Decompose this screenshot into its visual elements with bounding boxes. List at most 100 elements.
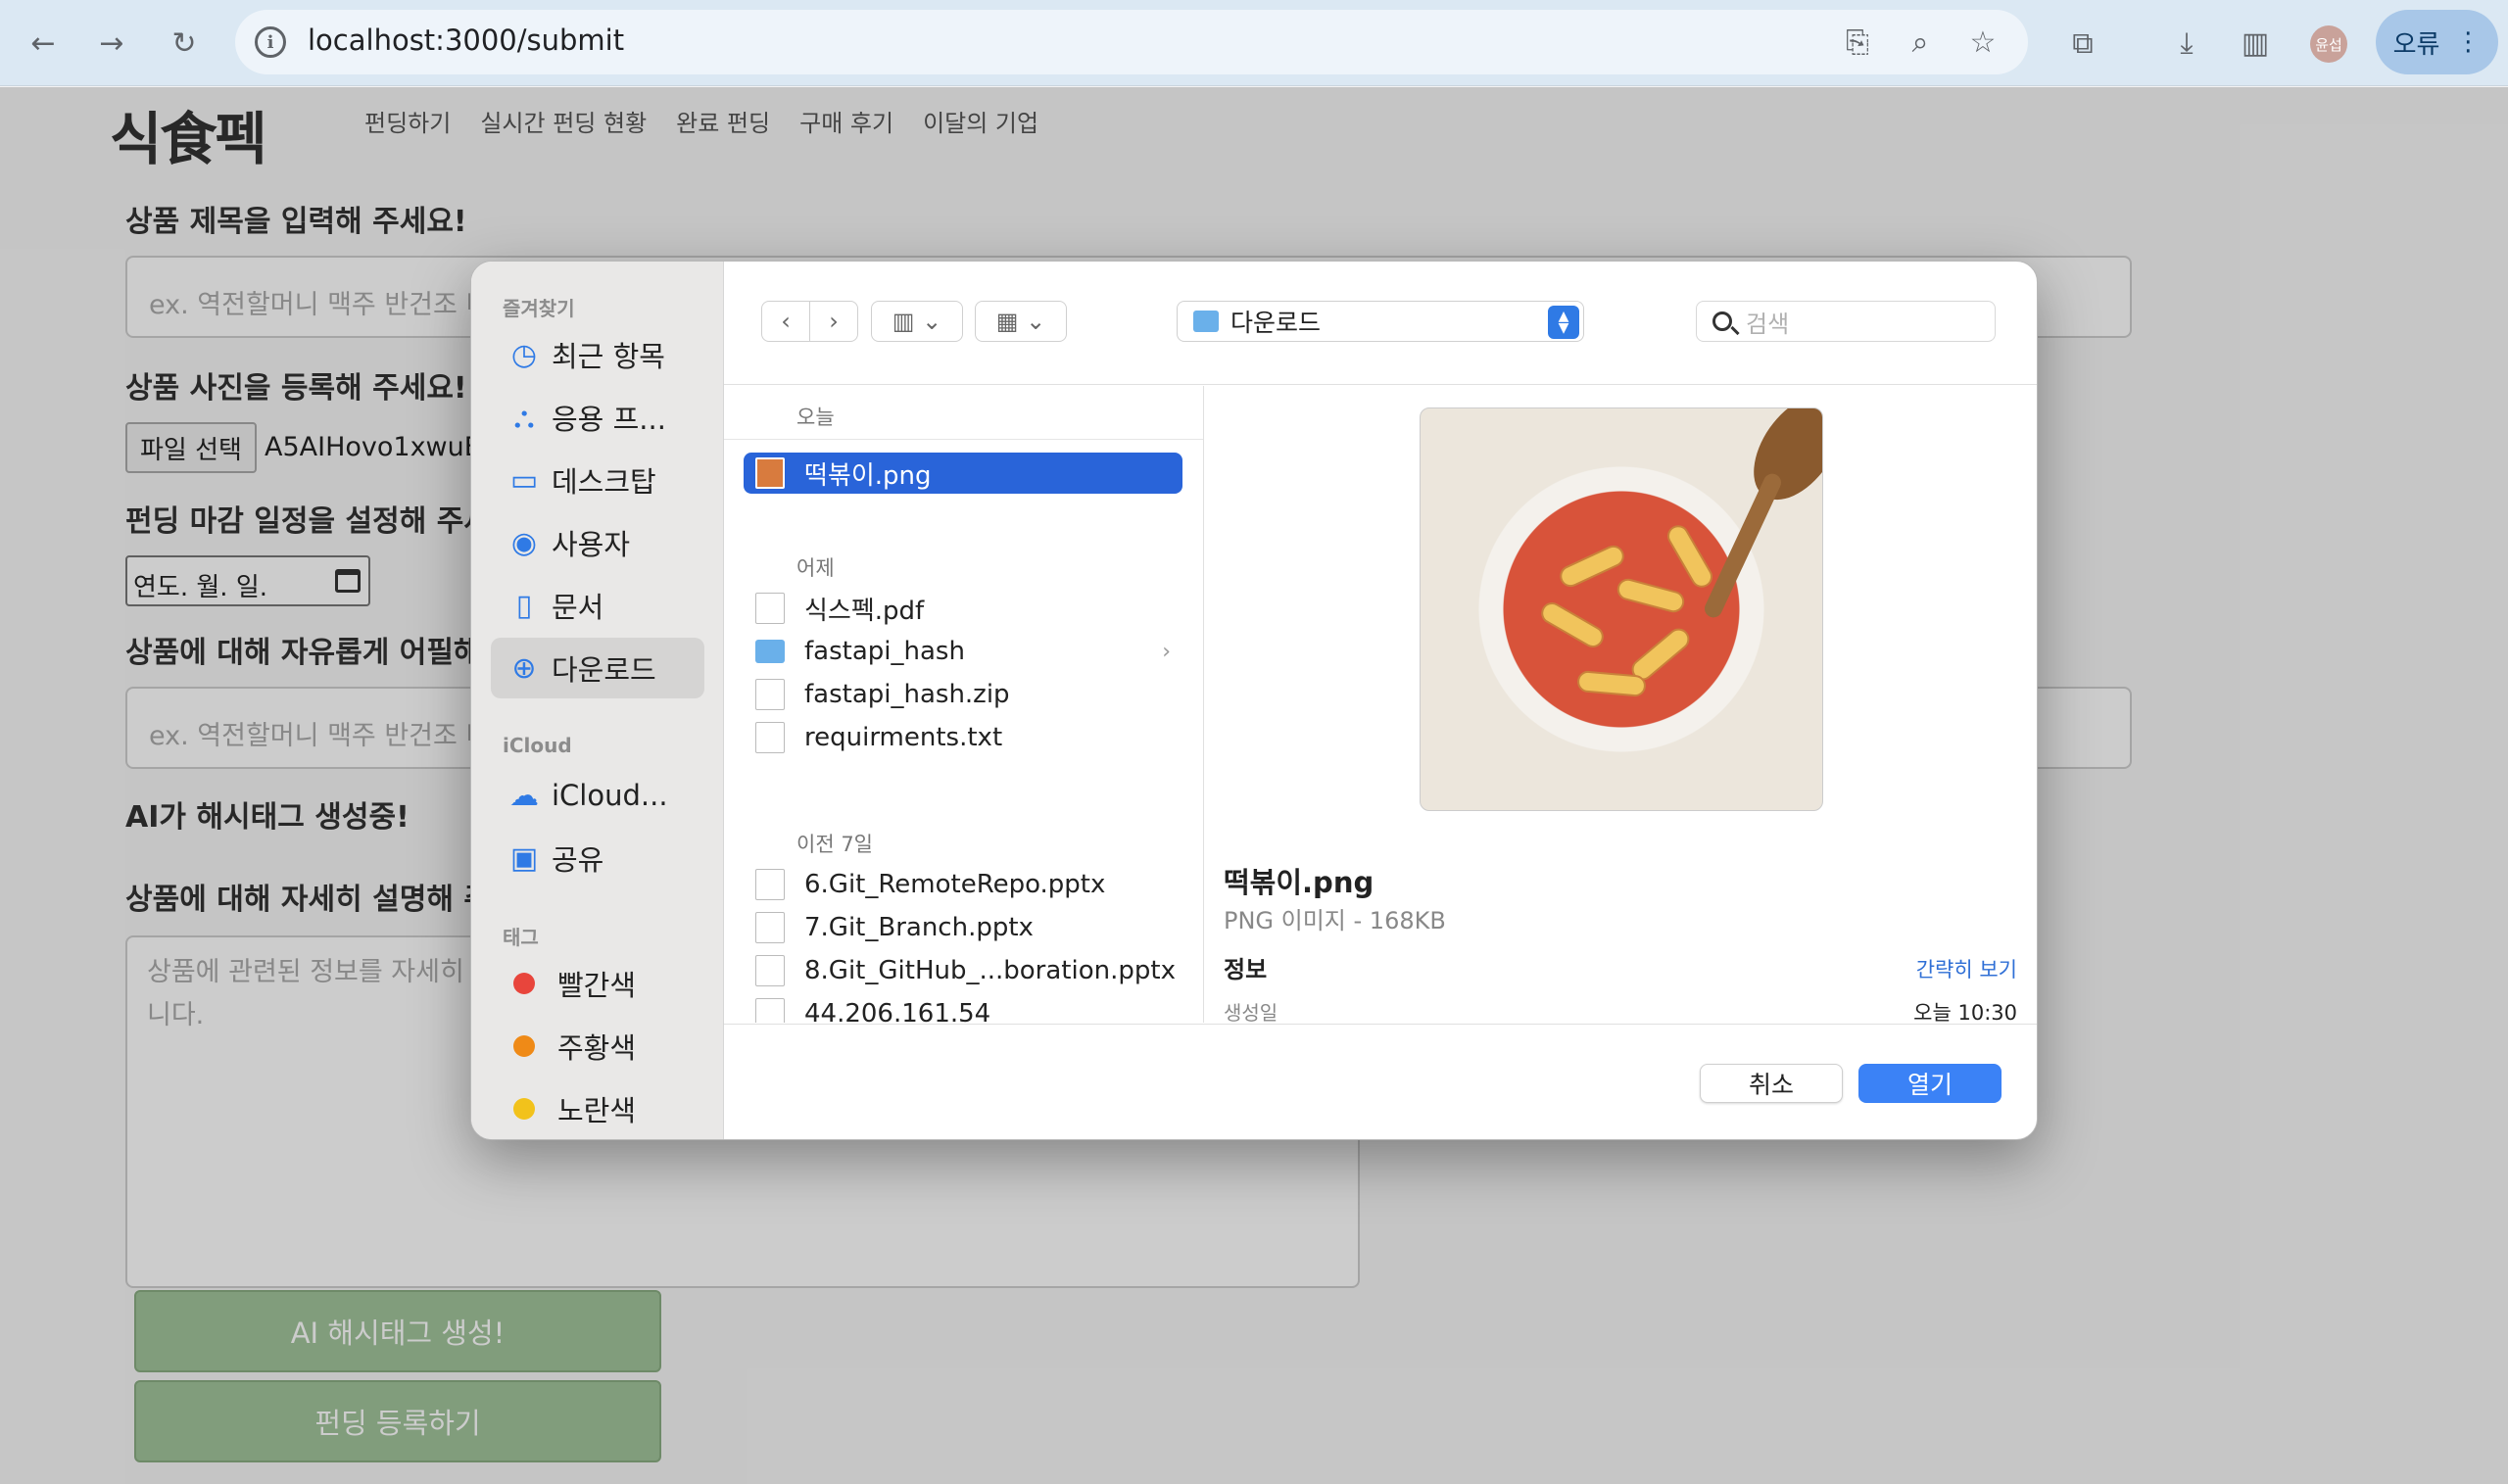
- folder-icon: [1193, 311, 1219, 332]
- cloud-icon: ☁: [509, 778, 539, 813]
- file-row[interactable]: 식스펙.pdf: [744, 588, 1182, 629]
- file-row[interactable]: fastapi_hash.zip: [744, 674, 1182, 715]
- sidebar-item-icloud-drive[interactable]: ☁ iCloud...: [491, 765, 704, 826]
- sidebar-tag-red[interactable]: 빨간색: [491, 953, 704, 1014]
- extensions-icon[interactable]: ⧉: [2061, 22, 2104, 65]
- sidebar-tag-yellow[interactable]: 노란색: [491, 1078, 704, 1139]
- preview-image: [1420, 407, 1823, 811]
- bookmark-star-icon[interactable]: ☆: [1963, 23, 2002, 62]
- side-panel-icon[interactable]: ▥: [2234, 22, 2277, 65]
- dialog-sidebar: 즐겨찾기 ◷ 최근 항목 ⛬ 응용 프... ▭ 데스크탑 ◉ 사용자 ▯ 문서…: [471, 262, 724, 1139]
- file-open-dialog: 즐겨찾기 ◷ 최근 항목 ⛬ 응용 프... ▭ 데스크탑 ◉ 사용자 ▯ 문서…: [470, 261, 2038, 1140]
- grid-view-button[interactable]: ▦ ⌄: [975, 301, 1067, 342]
- zoom-icon[interactable]: ⌕: [1901, 23, 1940, 62]
- apps-icon: ⛬: [513, 400, 535, 435]
- pptx-file-icon: [755, 912, 785, 943]
- file-list: 오늘 떡볶이.png 어제 식스펙.pdf fastapi_hash › fas…: [724, 386, 1204, 1023]
- sidebar-item-label: 노란색: [557, 1094, 637, 1127]
- location-select[interactable]: 다운로드 ▲ ▼: [1177, 301, 1584, 342]
- file-row[interactable]: 44.206.161.54: [744, 993, 1182, 1023]
- chevron-left-icon: ‹: [781, 308, 791, 335]
- section-yesterday: 어제: [796, 556, 835, 580]
- pptx-file-icon: [755, 955, 785, 986]
- grid-icon: ▦ ⌄: [995, 308, 1046, 335]
- sidebar-item-label: iCloud...: [552, 779, 668, 812]
- file-row[interactable]: 떡볶이.png: [744, 453, 1182, 494]
- chevron-right-icon: ›: [1162, 639, 1171, 664]
- updown-chevron-icon: ▲ ▼: [1548, 306, 1579, 339]
- dialog-search-input[interactable]: 검색: [1696, 301, 1996, 342]
- rice-cake-shape: [1615, 576, 1687, 615]
- file-name: fastapi_hash: [804, 637, 965, 666]
- file-row[interactable]: requirments.txt: [744, 717, 1182, 758]
- forward-nav-button[interactable]: ›: [809, 301, 858, 342]
- open-button[interactable]: 열기: [1858, 1064, 2002, 1103]
- orange-tag-icon: [513, 1035, 535, 1057]
- reload-icon[interactable]: ↻: [163, 22, 206, 65]
- icloud-header: iCloud: [503, 734, 572, 757]
- sidebar-item-shared[interactable]: ▣ 공유: [491, 828, 704, 888]
- profile-avatar[interactable]: 윤섭: [2310, 25, 2347, 63]
- search-icon: [1712, 311, 1732, 331]
- pptx-file-icon: [755, 869, 785, 900]
- sidebar-item-label: 빨간색: [557, 969, 637, 1002]
- section-today: 오늘: [796, 406, 835, 429]
- file-row[interactable]: 8.Git_GitHub_...boration.pptx: [744, 950, 1182, 991]
- sidebar-item-recents[interactable]: ◷ 최근 항목: [491, 324, 704, 385]
- divider: [724, 439, 1203, 440]
- created-label: 생성일: [1224, 1001, 1278, 1023]
- sidebar-item-label: 응용 프...: [552, 403, 666, 436]
- dialog-main: ‹ › ▥ ⌄ ▦ ⌄ 다운로드 ▲ ▼ 검색 오늘 떡볶이.png 어제 식스…: [724, 262, 2037, 1139]
- cancel-button[interactable]: 취소: [1700, 1064, 1843, 1103]
- sidebar-item-label: 다운로드: [552, 653, 656, 687]
- column-view-button[interactable]: ▥ ⌄: [871, 301, 963, 342]
- downloads-icon[interactable]: ⤓: [2165, 22, 2208, 65]
- sidebar-item-desktop[interactable]: ▭ 데스크탑: [491, 450, 704, 510]
- chevron-right-icon: ›: [829, 308, 839, 335]
- site-info-icon[interactable]: i: [255, 26, 286, 58]
- sidebar-item-downloads[interactable]: ⊕ 다운로드: [491, 638, 704, 698]
- section-previous-7-days: 이전 7일: [796, 833, 873, 856]
- sidebar-item-label: 공유: [552, 843, 604, 877]
- location-value: 다운로드: [1230, 309, 1322, 337]
- show-less-link[interactable]: 간략히 보기: [1916, 954, 2017, 983]
- clock-icon: ◷: [510, 337, 538, 372]
- created-value: 오늘 10:30: [1913, 1001, 2017, 1023]
- preview-file-name: 떡볶이.png: [1224, 866, 1375, 899]
- shared-folder-icon: ▣: [509, 840, 539, 876]
- file-name: 8.Git_GitHub_...boration.pptx: [804, 956, 1176, 985]
- sidebar-tag-orange[interactable]: 주황색: [491, 1016, 704, 1077]
- more-menu-icon[interactable]: ⋮: [2455, 27, 2481, 57]
- file-row[interactable]: 6.Git_RemoteRepo.pptx: [744, 864, 1182, 905]
- text-file-icon: [755, 722, 785, 753]
- error-button[interactable]: 오류 ⋮: [2376, 10, 2498, 74]
- rice-cake-shape: [1576, 669, 1647, 698]
- red-tag-icon: [513, 973, 535, 994]
- file-name: 7.Git_Branch.pptx: [804, 913, 1034, 942]
- user-icon: ◉: [510, 525, 538, 560]
- sidebar-item-user[interactable]: ◉ 사용자: [491, 512, 704, 573]
- back-icon[interactable]: ←: [22, 22, 65, 65]
- sidebar-item-label: 사용자: [552, 528, 631, 561]
- file-preview: 떡볶이.png PNG 이미지 - 168KB 정보 간략히 보기 생성일 오늘…: [1204, 386, 2037, 1023]
- address-bar[interactable]: i localhost:3000/submit ⎘ ⌕ ☆: [235, 10, 2028, 74]
- file-row[interactable]: fastapi_hash ›: [744, 631, 1182, 672]
- preview-info-label: 정보: [1224, 956, 1268, 983]
- forward-icon[interactable]: →: [90, 22, 133, 65]
- zip-file-icon: [755, 679, 785, 710]
- folder-icon: [755, 640, 785, 663]
- file-name: 6.Git_RemoteRepo.pptx: [804, 870, 1106, 899]
- error-label: 오류: [2392, 29, 2440, 60]
- install-app-icon[interactable]: ⎘: [1838, 23, 1877, 62]
- file-name: requirments.txt: [804, 723, 1003, 752]
- desktop-icon: ▭: [509, 462, 539, 498]
- file-icon: [755, 998, 785, 1023]
- url-text[interactable]: localhost:3000/submit: [308, 24, 624, 57]
- sidebar-item-documents[interactable]: ▯ 문서: [491, 575, 704, 636]
- back-nav-button[interactable]: ‹: [761, 301, 810, 342]
- sidebar-item-applications[interactable]: ⛬ 응용 프...: [491, 387, 704, 448]
- file-name: 떡볶이.png: [804, 460, 932, 491]
- sidebar-item-label: 주황색: [557, 1031, 637, 1065]
- file-row[interactable]: 7.Git_Branch.pptx: [744, 907, 1182, 948]
- document-icon: ▯: [515, 588, 533, 623]
